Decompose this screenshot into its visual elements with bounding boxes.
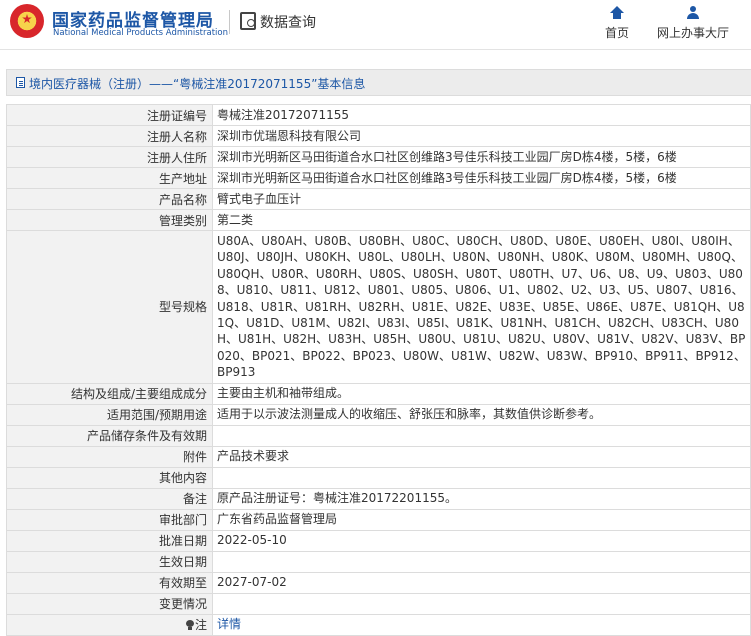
- field-label: 注册证编号: [6, 104, 213, 126]
- field-value: 产品技术要求: [212, 445, 751, 468]
- field-label: 批准日期: [6, 529, 213, 552]
- detail-row: 附件 产品技术要求: [6, 445, 751, 468]
- detail-row: 结构及组成/主要组成成分 主要由主机和袖带组成。: [6, 382, 751, 405]
- field-label: 有效期至: [6, 571, 213, 594]
- detail-row: 型号规格 U80A、U80AH、U80B、U80BH、U80C、U80CH、U80…: [6, 230, 751, 384]
- nav-home-label: 首页: [604, 26, 629, 40]
- note-label: 注: [194, 618, 207, 633]
- field-value: 臂式电子血压计: [212, 188, 751, 210]
- detail-row: 有效期至 2027-07-02: [6, 571, 751, 594]
- field-value: 2022-05-10: [212, 529, 751, 552]
- field-label: 备注: [6, 487, 213, 510]
- data-query-icon: [240, 12, 256, 30]
- field-label: 型号规格: [6, 230, 213, 384]
- header-divider: [229, 10, 230, 34]
- site-header: 国家药品监督管理局 National Medical Products Admi…: [0, 0, 751, 50]
- field-value: 粤械注准20172071155: [212, 104, 751, 126]
- nav-online-service[interactable]: 网上办事大厅: [654, 6, 732, 41]
- detail-row: 批准日期 2022-05-10: [6, 529, 751, 552]
- record-title-bar: 境内医疗器械（注册）——“粤械注准20172071155”基本信息: [6, 69, 751, 96]
- detail-row: 适用范围/预期用途 适用于以示波法测量成人的收缩压、舒张压和脉率，其数值供诊断参考…: [6, 403, 751, 426]
- detail-table-container: 注册证编号 粤械注准20172071155 注册人名称 深圳市优瑞恩科技有限公司 注册人…: [6, 104, 751, 636]
- field-value: U80A、U80AH、U80B、U80BH、U80C、U80CH、U80D、U8…: [212, 230, 751, 384]
- detail-row: 管理类别 第二类: [6, 209, 751, 231]
- field-value: [212, 466, 751, 489]
- field-value: [212, 550, 751, 573]
- field-value: 深圳市优瑞恩科技有限公司: [212, 125, 751, 147]
- detail-row: 生产地址 深圳市光明新区马田街道合水口社区创维路3号佳乐科技工业园厂房D栋4楼，5…: [6, 167, 751, 189]
- field-value: 适用于以示波法测量成人的收缩压、舒张压和脉率，其数值供诊断参考。: [212, 403, 751, 426]
- detail-row: 产品名称 臂式电子血压计: [6, 188, 751, 210]
- field-label: 变更情况: [6, 592, 213, 615]
- field-value: 第二类: [212, 209, 751, 231]
- lightbulb-icon: [185, 620, 194, 631]
- field-value: 主要由主机和袖带组成。: [212, 382, 751, 405]
- detail-row: 注册人名称 深圳市优瑞恩科技有限公司: [6, 125, 751, 147]
- detail-row: 注册证编号 粤械注准20172071155: [6, 104, 751, 126]
- national-emblem-icon: [10, 4, 44, 38]
- field-label: 产品储存条件及有效期: [6, 424, 213, 447]
- detail-row: 变更情况: [6, 592, 751, 615]
- org-name-en: National Medical Products Administration: [53, 28, 228, 38]
- detail-table: 注册证编号 粤械注准20172071155 注册人名称 深圳市优瑞恩科技有限公司 注册人…: [6, 104, 751, 636]
- field-value: 深圳市光明新区马田街道合水口社区创维路3号佳乐科技工业园厂房D栋4楼，5楼，6楼: [212, 146, 751, 168]
- field-value: 广东省药品监督管理局: [212, 508, 751, 531]
- field-value: 原产品注册证号：粤械注准20172201155。: [212, 487, 751, 510]
- field-label: 审批部门: [6, 508, 213, 531]
- detail-row: 生效日期: [6, 550, 751, 573]
- field-label: 适用范围/预期用途: [6, 403, 213, 426]
- nav-online-label: 网上办事大厅: [656, 26, 729, 40]
- record-title: 境内医疗器械（注册）——“粤械注准20172071155”基本信息: [29, 77, 366, 91]
- field-label: 注册人住所: [6, 146, 213, 168]
- field-label: 生产地址: [6, 167, 213, 189]
- field-label: 附件: [6, 445, 213, 468]
- field-label: 结构及组成/主要组成成分: [6, 382, 213, 405]
- document-icon: [16, 77, 25, 88]
- field-value: 2027-07-02: [212, 571, 751, 594]
- field-label: 注册人名称: [6, 125, 213, 147]
- field-label: 管理类别: [6, 209, 213, 231]
- details-link[interactable]: 详情: [217, 617, 241, 631]
- detail-row: 产品储存条件及有效期: [6, 424, 751, 447]
- field-value: [212, 592, 751, 615]
- field-value: 深圳市光明新区马田街道合水口社区创维路3号佳乐科技工业园厂房D栋4楼，5楼，6楼: [212, 167, 751, 189]
- field-label: 产品名称: [6, 188, 213, 210]
- field-label: 生效日期: [6, 550, 213, 573]
- field-label: 其他内容: [6, 466, 213, 489]
- data-query-title: 数据查询: [260, 15, 316, 31]
- detail-row: 其他内容: [6, 466, 751, 489]
- home-icon: [610, 6, 624, 20]
- nav-home[interactable]: 首页: [600, 6, 634, 41]
- detail-row: 审批部门 广东省药品监督管理局: [6, 508, 751, 531]
- field-value: [212, 424, 751, 447]
- detail-row: 备注 原产品注册证号：粤械注准20172201155。: [6, 487, 751, 510]
- detail-row: 注册人住所 深圳市光明新区马田街道合水口社区创维路3号佳乐科技工业园厂房D栋4楼，…: [6, 146, 751, 168]
- user-icon: [686, 6, 700, 20]
